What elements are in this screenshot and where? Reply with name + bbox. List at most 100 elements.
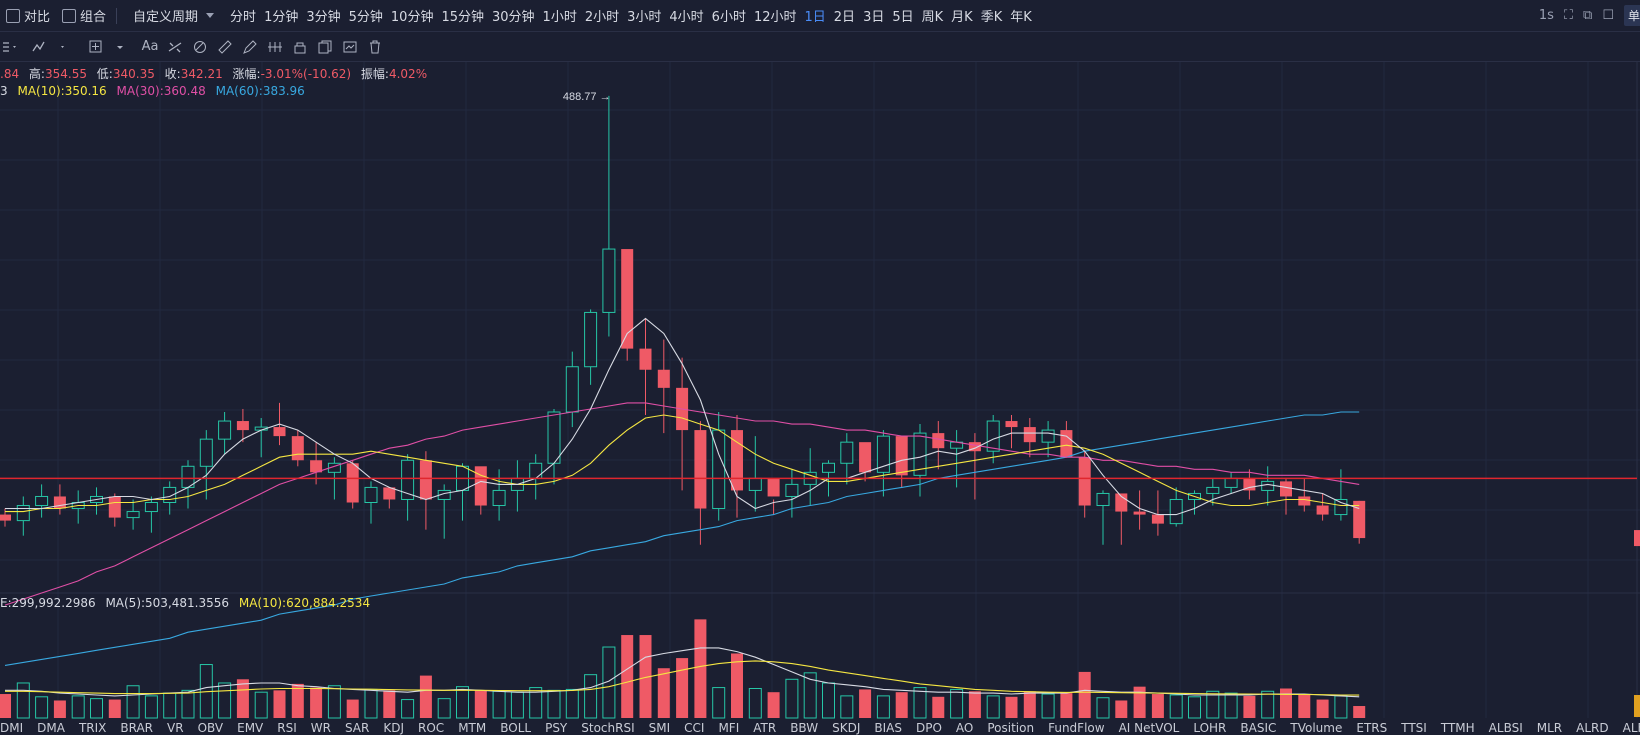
volume-bar bbox=[474, 690, 487, 718]
indicator-tab[interactable]: OBV bbox=[198, 721, 224, 735]
volume-bar bbox=[1188, 696, 1201, 719]
indicator-tab[interactable]: ALRD bbox=[1576, 721, 1608, 735]
candle-body bbox=[1078, 457, 1091, 506]
indicator-tab[interactable]: FundFlow bbox=[1048, 721, 1104, 735]
candle-body bbox=[840, 441, 854, 464]
indicator-tab[interactable]: MFI bbox=[718, 721, 739, 735]
volume-bar bbox=[1280, 688, 1292, 718]
indicator-tab[interactable]: SKDJ bbox=[832, 721, 860, 735]
volume-bar bbox=[35, 696, 49, 719]
volume-ma10-legend: MA(10):620,884.2534 bbox=[238, 596, 371, 610]
indicator-tab[interactable]: BASIC bbox=[1240, 721, 1276, 735]
volume-bar bbox=[1298, 694, 1311, 718]
volume-bar bbox=[510, 691, 524, 719]
indicator-tab[interactable]: TRIX bbox=[79, 721, 106, 735]
volume-bar bbox=[437, 698, 451, 719]
volume-bar bbox=[310, 687, 323, 718]
volume-bar bbox=[383, 690, 396, 718]
indicator-tab[interactable]: LOHR bbox=[1193, 721, 1226, 735]
candle-body bbox=[1280, 481, 1292, 497]
indicator-tab[interactable]: SMI bbox=[649, 721, 671, 735]
candle-body bbox=[419, 460, 432, 500]
indicator-tab[interactable]: WR bbox=[311, 721, 331, 735]
indicator-tab[interactable]: SAR bbox=[345, 721, 369, 735]
indicator-tab[interactable]: MTM bbox=[458, 721, 486, 735]
high-label: 高: bbox=[28, 67, 45, 81]
volume-bar bbox=[731, 653, 743, 718]
candle-body bbox=[236, 421, 249, 431]
indicator-tab[interactable]: AI NetVOL bbox=[1119, 721, 1180, 735]
candle-body bbox=[694, 430, 707, 509]
indicator-tab[interactable]: Position bbox=[987, 721, 1034, 735]
volume-bar bbox=[968, 691, 981, 718]
candle-body bbox=[1096, 492, 1110, 507]
candle-body bbox=[35, 495, 49, 507]
indicator-tab[interactable]: BBW bbox=[790, 721, 818, 735]
kline-chart[interactable]: 488.77 → bbox=[0, 0, 1640, 721]
candle-body bbox=[1133, 511, 1146, 515]
volume-bar bbox=[236, 679, 249, 718]
amplitude-value: 4.02% bbox=[388, 67, 428, 81]
candle-body bbox=[767, 478, 780, 497]
indicator-tab[interactable]: BIAS bbox=[874, 721, 902, 735]
indicator-tab[interactable]: ROC bbox=[418, 721, 444, 735]
candle-body bbox=[1316, 505, 1329, 515]
indicator-tab[interactable]: ALBSI bbox=[1489, 721, 1523, 735]
volume-bar bbox=[1224, 692, 1238, 719]
indicator-tab[interactable]: ATR bbox=[753, 721, 776, 735]
volume-bar bbox=[822, 682, 835, 719]
indicator-tab[interactable]: CCI bbox=[684, 721, 704, 735]
high-value: 354.55 bbox=[44, 67, 87, 81]
ma10-legend: MA(10):350.16 bbox=[17, 84, 107, 98]
volume-bar bbox=[785, 678, 799, 719]
volume-bar bbox=[53, 700, 66, 718]
volume-bar bbox=[676, 658, 689, 718]
candle-body bbox=[785, 483, 799, 497]
indicator-tab[interactable]: TVolume bbox=[1290, 721, 1342, 735]
indicator-tab[interactable]: DPO bbox=[916, 721, 942, 735]
volume-bar bbox=[1115, 700, 1128, 718]
indicator-tab[interactable]: StochRSI bbox=[581, 721, 634, 735]
indicator-tab[interactable]: KDJ bbox=[383, 721, 404, 735]
candle-body bbox=[547, 411, 561, 464]
change-label: 涨幅: bbox=[232, 67, 261, 81]
indicator-tab[interactable]: ETRS bbox=[1356, 721, 1387, 735]
candle-body bbox=[1261, 480, 1275, 491]
candle-body bbox=[584, 311, 598, 368]
volume-bar bbox=[71, 695, 85, 719]
volume-ma5-legend: MA(5):503,481.3556 bbox=[105, 596, 230, 610]
candle-body bbox=[1224, 477, 1238, 488]
indicator-tab[interactable]: MLR bbox=[1537, 721, 1562, 735]
volume-bar bbox=[401, 699, 415, 719]
volume-bar bbox=[748, 688, 762, 719]
volume-bar bbox=[163, 692, 177, 719]
volume-bar bbox=[895, 692, 908, 718]
volume-bar bbox=[16, 682, 30, 719]
candle-body bbox=[639, 348, 652, 370]
indicator-tab[interactable]: RSI bbox=[277, 721, 297, 735]
candle-body bbox=[126, 511, 140, 519]
candle-body bbox=[199, 438, 213, 467]
indicator-tab[interactable]: TTSI bbox=[1401, 721, 1427, 735]
candle-body bbox=[1169, 498, 1183, 525]
indicator-tab[interactable]: AO bbox=[956, 721, 973, 735]
volume-bar bbox=[1060, 693, 1073, 718]
candle-body bbox=[364, 486, 378, 504]
indicator-tab[interactable]: DMI bbox=[0, 721, 23, 735]
indicator-tab[interactable]: EMV bbox=[237, 721, 263, 735]
indicator-tab[interactable]: BRAR bbox=[120, 721, 153, 735]
low-value: 340.35 bbox=[112, 67, 155, 81]
indicator-tab[interactable]: BOLL bbox=[500, 721, 531, 735]
indicator-tab[interactable]: DMA bbox=[37, 721, 65, 735]
volume-bar bbox=[90, 698, 103, 719]
indicator-tab[interactable]: TTMH bbox=[1441, 721, 1475, 735]
volume-bar bbox=[1023, 691, 1036, 718]
candle-body bbox=[346, 463, 359, 503]
indicator-tab[interactable]: VR bbox=[167, 721, 184, 735]
volume-value: E:299,992.2986 bbox=[0, 596, 96, 610]
volume-bar bbox=[1353, 706, 1366, 718]
indicator-tab[interactable]: ALFRL bbox=[1623, 721, 1640, 735]
candle-body bbox=[986, 420, 1000, 452]
indicator-tab[interactable]: PSY bbox=[545, 721, 567, 735]
candle-body bbox=[859, 442, 872, 473]
